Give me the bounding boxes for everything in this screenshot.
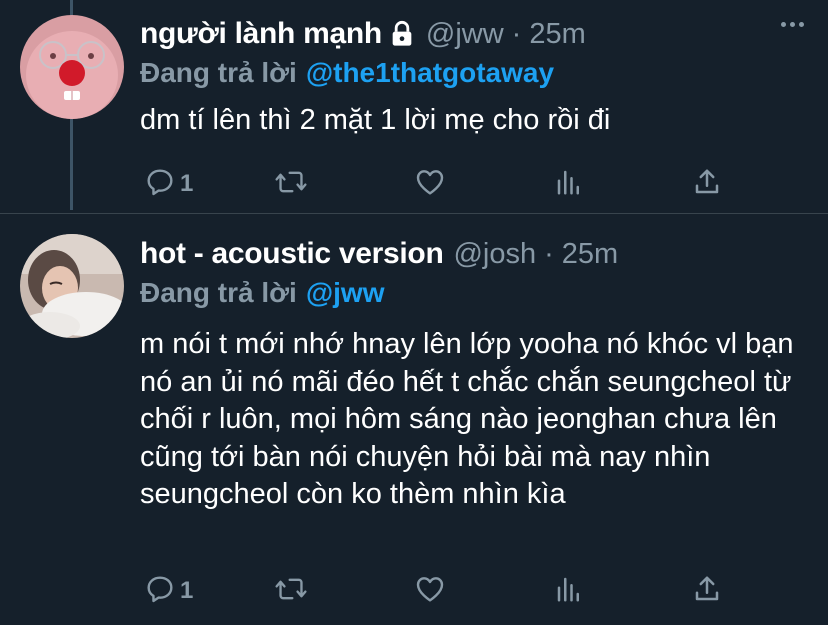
user-handle[interactable]: @jww (426, 18, 504, 51)
reply-mention-link[interactable]: @jww (306, 277, 385, 309)
tweet[interactable]: người lành mạnh @jww · 25m Đang trả lời … (0, 0, 828, 213)
retweet-button[interactable] (274, 571, 308, 611)
reply-button[interactable]: 1 (144, 571, 193, 611)
user-handle[interactable]: @josh (453, 238, 536, 271)
avatar[interactable] (20, 15, 124, 119)
share-button[interactable] (692, 571, 722, 611)
timestamp[interactable]: 25m (529, 18, 585, 51)
display-name[interactable]: hot - acoustic version (140, 237, 444, 271)
reply-icon (144, 166, 176, 203)
display-name[interactable]: người lành mạnh (140, 17, 382, 51)
separator-dot: · (511, 17, 522, 50)
tweet-actions: 1 (140, 164, 740, 204)
reply-button[interactable]: 1 (144, 164, 193, 204)
retweet-icon (274, 573, 308, 610)
reply-mention-link[interactable]: @the1thatgotaway (306, 57, 554, 89)
tweet-actions: 1 (140, 571, 740, 611)
avatar[interactable] (20, 234, 124, 338)
heart-icon (414, 166, 446, 203)
reply-icon (144, 573, 176, 610)
timestamp[interactable]: 25m (562, 238, 618, 271)
tweet[interactable]: hot - acoustic version @josh · 25m Đang … (0, 214, 828, 625)
tweet-content: người lành mạnh @jww · 25m Đang trả lời … (140, 14, 808, 140)
reply-count: 1 (180, 170, 194, 197)
replying-to-label: Đang trả lời (140, 57, 297, 88)
retweet-icon (274, 166, 308, 203)
separator-dot: · (544, 237, 554, 270)
analytics-icon (554, 574, 584, 609)
replying-to: Đang trả lời @jww (140, 274, 808, 312)
tweet-header: hot - acoustic version @josh · 25m (140, 234, 808, 274)
tweet-text: m nói t mới nhớ hnay lên lớp yooha nó kh… (140, 328, 794, 510)
tweet-header: người lành mạnh @jww · 25m (140, 14, 808, 54)
share-button[interactable] (692, 164, 722, 204)
replying-to-label: Đang trả lời (140, 277, 297, 308)
heart-icon (414, 573, 446, 610)
tweet-content: hot - acoustic version @josh · 25m Đang … (140, 234, 808, 514)
retweet-button[interactable] (274, 164, 308, 204)
analytics-icon (554, 167, 584, 202)
analytics-button[interactable] (554, 571, 584, 611)
analytics-button[interactable] (554, 164, 584, 204)
reply-count: 1 (180, 577, 194, 604)
replying-to: Đang trả lời @the1thatgotaway (140, 54, 808, 92)
tweet-text: dm tí lên thì 2 mặt 1 lời mẹ cho rồi đi (140, 104, 611, 136)
like-button[interactable] (414, 164, 446, 204)
share-icon (692, 574, 722, 609)
more-icon[interactable] (781, 22, 804, 27)
share-icon (692, 167, 722, 202)
like-button[interactable] (414, 571, 446, 611)
lock-icon (388, 20, 416, 48)
